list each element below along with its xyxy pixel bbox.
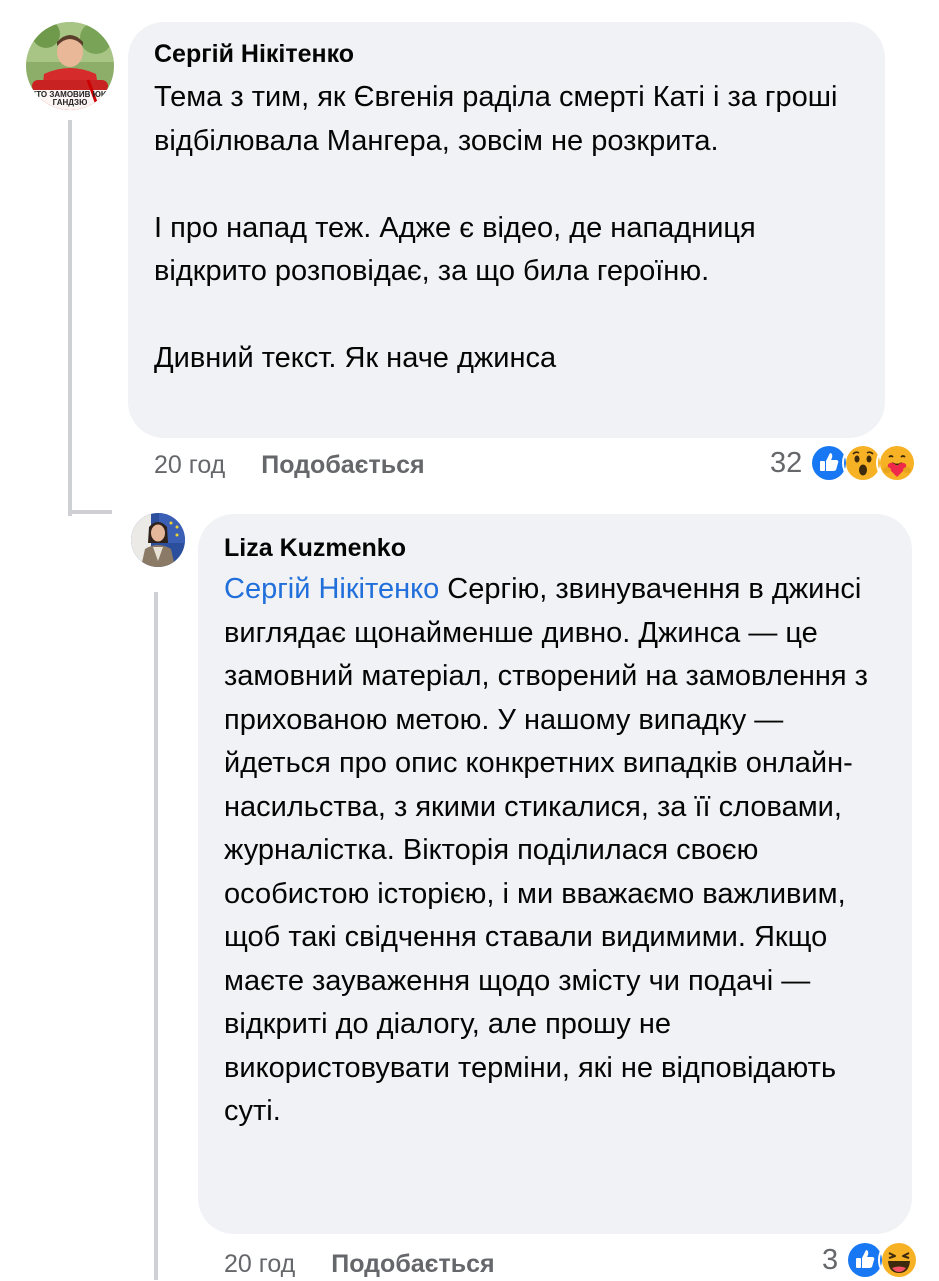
- avatar-caption: ХТО ЗАМОВИВ ЮЮ ГАНДЗЮ: [30, 90, 110, 107]
- comment-author-liza[interactable]: Liza Kuzmenko: [224, 534, 406, 563]
- comment-timestamp[interactable]: 20 год: [224, 1250, 295, 1279]
- thread-line-branch: [68, 510, 112, 514]
- mention-link[interactable]: Сергій Нікітенко: [224, 573, 439, 605]
- comment-text-liza: Сергій Нікітенко Сергію, звинувачення в …: [224, 568, 894, 1134]
- comment-paragraph: І про напад теж. Адже є відео, де нападн…: [154, 211, 756, 288]
- like-button[interactable]: Подобається: [331, 1250, 494, 1279]
- thread-line-reply: [154, 592, 158, 1280]
- like-button[interactable]: Подобається: [261, 451, 424, 480]
- reaction-count: 3: [822, 1243, 839, 1276]
- comment-meta-sergii: 20 год Подобається: [154, 451, 425, 480]
- reactions-sergii[interactable]: 32: [770, 442, 919, 484]
- reactions-liza[interactable]: 3: [822, 1239, 921, 1281]
- comment-paragraph: Дивний текст. Як наче джинса: [154, 342, 557, 374]
- comment-text-sergii: Тема з тим, як Євгенія раділа смерті Кат…: [154, 76, 874, 381]
- care-icon: [876, 442, 919, 484]
- comment-paragraph: Тема з тим, як Євгенія раділа смерті Кат…: [154, 81, 838, 157]
- comment-timestamp[interactable]: 20 год: [154, 451, 225, 480]
- reaction-count: 32: [770, 446, 803, 479]
- thread-line-main: [68, 120, 72, 516]
- avatar-sergii[interactable]: ХТО ЗАМОВИВ ЮЮ ГАНДЗЮ: [26, 22, 114, 110]
- comment-meta-liza: 20 год Подобається: [224, 1250, 495, 1279]
- haha-icon: [878, 1239, 921, 1281]
- comment-author-sergii[interactable]: Сергій Нікітенко: [154, 40, 354, 69]
- avatar-liza-image: [131, 513, 185, 567]
- comment-body: Сергію, звинувачення в джинсі виглядає щ…: [224, 573, 868, 1127]
- avatar-liza[interactable]: [131, 513, 185, 567]
